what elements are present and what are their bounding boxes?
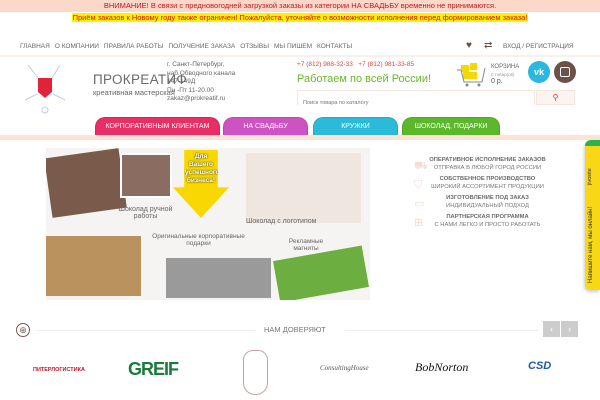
feature-item: ПАРТНЕРСКАЯ ПРОГРАММА С НАМИ ЛЕГКО И ПРОС… bbox=[415, 214, 560, 229]
shield-icon: ⛉ bbox=[414, 179, 423, 191]
logo-bob-norton[interactable]: BobNorton bbox=[415, 360, 468, 375]
cart-label[interactable]: КОРЗИНА bbox=[491, 64, 519, 70]
tabs-band bbox=[0, 135, 600, 140]
truck-icon: ⛟ bbox=[414, 160, 428, 172]
logo-chocolate-image bbox=[246, 153, 361, 223]
logo-csd[interactable]: CSD bbox=[528, 360, 551, 372]
nav-contacts[interactable]: КОНТАКТЫ bbox=[317, 43, 352, 50]
feature-icons: ⛟ ⛉ ▭ ⊞ bbox=[414, 157, 428, 233]
features-list: ОПЕРАТИВНОЕ ИСПОЛНЕНИЕ ЗАКАЗОВ ОТПРАВКА В… bbox=[415, 157, 560, 229]
address-street: наб.Обводного канала bbox=[167, 69, 236, 77]
promo-arrow: Для Вашего успешного бизнеса! bbox=[173, 150, 229, 218]
nav-about[interactable]: О КОМПАНИИ bbox=[55, 43, 99, 50]
vk-icon[interactable]: vk bbox=[528, 61, 550, 83]
magnets-image bbox=[273, 245, 369, 300]
tab-wedding[interactable]: НА СВАДЬБУ bbox=[223, 117, 308, 136]
feature-title: ПАРТНЕРСКАЯ ПРОГРАММА bbox=[446, 214, 529, 220]
carousel-prev-button[interactable]: ‹ bbox=[543, 321, 560, 337]
feature-title: ИЗГОТОВЛЕНИЕ ПОД ЗАКАЗ bbox=[446, 195, 529, 201]
card-icon: ▭ bbox=[414, 198, 425, 210]
notice-newyear: Приём заказов к Новому году также ограни… bbox=[0, 13, 600, 23]
logo-lion-emblem[interactable] bbox=[243, 350, 268, 395]
nav-delivery[interactable]: ПОЛУЧЕНИЕ ЗАКАЗА bbox=[168, 43, 235, 50]
brand-tagline: креативная мастерская bbox=[93, 88, 175, 97]
slogan: Работаем по всей России! bbox=[297, 73, 432, 85]
cart-icon[interactable] bbox=[455, 62, 489, 88]
top-nav: ГЛАВНАЯ О КОМПАНИИ ПРАВИЛА РАБОТЫ ПОЛУЧЕ… bbox=[20, 43, 352, 50]
cart-total: 0 р. bbox=[491, 78, 503, 85]
search-button[interactable]: ⚲ bbox=[536, 90, 575, 105]
chat-text: Напишите нам, мы онлайн! bbox=[588, 206, 594, 283]
feature-title: ОПЕРАТИВНОЕ ИСПОЛНЕНИЕ ЗАКАЗОВ bbox=[429, 157, 546, 163]
work-hours: Пн -Пт 11-20.00 bbox=[167, 86, 214, 94]
nav-blog[interactable]: МЫ ПИШЕМ bbox=[274, 43, 312, 50]
corporate-gifts-image bbox=[166, 258, 271, 298]
globe-icon: ⊕ bbox=[16, 323, 30, 337]
address-block: г. Санкт-Петербург, наб.Обводного канала… bbox=[167, 61, 235, 104]
feature-item: СОБСТВЕННОЕ ПРОИЗВОДСТВО ШИРОКИЙ АССОРТИМ… bbox=[415, 176, 560, 195]
feature-sub: ОТПРАВКА В ЛЮБОЙ ГОРОД РОССИИ bbox=[433, 164, 542, 171]
carousel-next-button[interactable]: › bbox=[561, 321, 578, 337]
nav-home[interactable]: ГЛАВНАЯ bbox=[20, 43, 50, 50]
logo-greif[interactable]: GREIF bbox=[128, 359, 179, 380]
cart-count: 0 товар(ов) bbox=[491, 72, 515, 77]
logo-consulting-house[interactable]: ConsultingHouse bbox=[320, 364, 369, 372]
feature-item: ОПЕРАТИВНОЕ ИСПОЛНЕНИЕ ЗАКАЗОВ ОТПРАВКА В… bbox=[415, 157, 560, 176]
phones[interactable]: +7 (812) 988-32-33 +7 (812) 981-33-85 bbox=[297, 61, 414, 68]
feature-title: СОБСТВЕННОЕ ПРОИЗВОДСТВО bbox=[439, 176, 536, 182]
login-link[interactable]: ВХОД / РЕГИСТРАЦИЯ bbox=[503, 43, 574, 50]
chat-brand: jivosite bbox=[587, 168, 593, 185]
logo[interactable] bbox=[20, 60, 70, 115]
instagram-icon[interactable] bbox=[554, 61, 576, 83]
feature-sub: ШИРОКИЙ АССОРТИМЕНТ ПРОДУКЦИИ bbox=[431, 183, 544, 190]
address-building: 147-149Д bbox=[167, 78, 196, 85]
nav-reviews[interactable]: ОТЗЫВЫ bbox=[240, 43, 269, 50]
email-link[interactable]: zakaz@prokreatif.ru bbox=[167, 95, 235, 104]
chocolate-box-image bbox=[46, 148, 127, 218]
feature-item: ИЗГОТОВЛЕНИЕ ПОД ЗАКАЗ ИНДИВИДУАЛЬНЫЙ ПОД… bbox=[415, 195, 560, 214]
notice-wedding: ВНИМАНИЕ! В связи с предновогодней загру… bbox=[0, 0, 600, 12]
banner-label-gifts: Оригинальные корпоративные подарки bbox=[152, 233, 245, 247]
tab-corporate[interactable]: КОРПОРАТИВНЫМ КЛИЕНТАМ bbox=[95, 117, 220, 136]
divider bbox=[36, 330, 256, 331]
gift-icon: ⊞ bbox=[414, 217, 424, 229]
promo-banner[interactable]: Для Вашего успешного бизнеса! Шоколад ру… bbox=[46, 148, 370, 300]
nav-rules[interactable]: ПРАВИЛА РАБОТЫ bbox=[104, 43, 164, 50]
address-city: г. Санкт-Петербург, bbox=[167, 61, 225, 68]
tab-chocolate[interactable]: ШОКОЛАД, ПОДАРКИ bbox=[402, 117, 500, 136]
banner-label-magnets: Рекламные магниты bbox=[288, 238, 324, 252]
notice-newyear-text: Приём заказов к Новому году также ограни… bbox=[71, 13, 529, 22]
chocolate-card-image bbox=[120, 153, 172, 198]
divider bbox=[345, 330, 538, 331]
compare-icon[interactable]: ⇄ bbox=[484, 40, 492, 51]
search-input[interactable] bbox=[298, 96, 534, 110]
heart-icon[interactable]: ♥ bbox=[466, 40, 472, 51]
feature-sub: ИНДИВИДУАЛЬНЫЙ ПОДХОД bbox=[446, 202, 529, 209]
banner-label-handmade: Шоколад ручной работы bbox=[118, 206, 173, 220]
banner-label-logo: Шоколад с логотипом bbox=[246, 218, 317, 225]
gifts-image bbox=[46, 236, 141, 296]
tab-mugs[interactable]: КРУЖКИ bbox=[313, 117, 398, 136]
search-icon: ⚲ bbox=[552, 93, 559, 102]
trust-title: НАМ ДОВЕРЯЮТ bbox=[264, 325, 326, 334]
feature-sub: С НАМИ ЛЕГКО И ПРОСТО РАБОТАТЬ bbox=[434, 221, 541, 228]
chat-accent bbox=[585, 140, 600, 146]
divider bbox=[0, 55, 600, 57]
logo-piterlogistika[interactable]: ПИТЕРЛОГИСТИКА bbox=[33, 367, 85, 373]
jivosite-chat-widget[interactable]: jivosite Напишите нам, мы онлайн! bbox=[585, 140, 600, 290]
